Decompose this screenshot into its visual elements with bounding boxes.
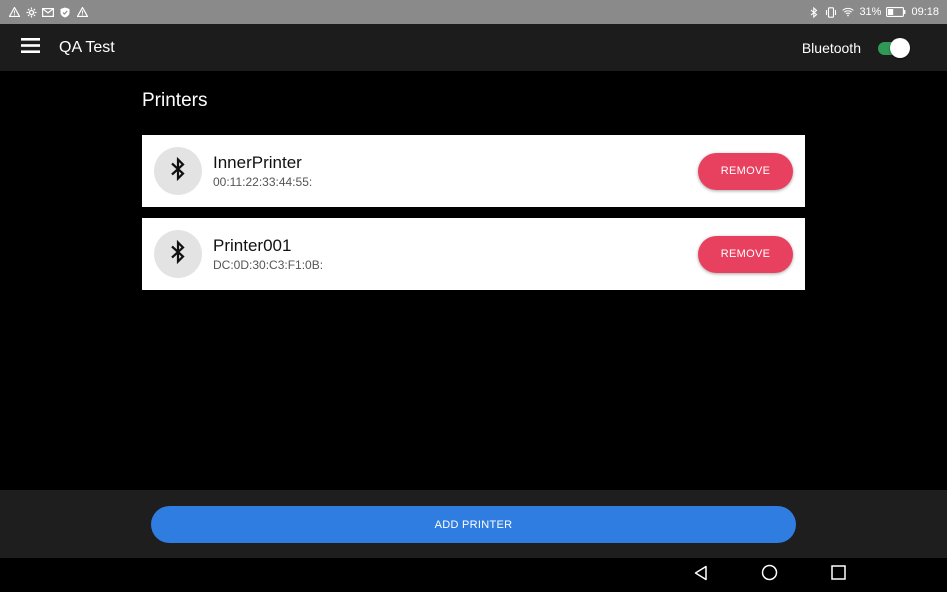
menu-button[interactable] [11, 29, 49, 67]
mail-icon [42, 6, 54, 18]
battery-icon [886, 6, 906, 18]
toggle-thumb [890, 37, 910, 58]
screen: 31% 09:18 QA Test Bluetooth Printers Inn… [0, 0, 947, 592]
printer-name: InnerPrinter [213, 153, 302, 172]
nav-home-button[interactable] [757, 563, 781, 587]
status-bar: 31% 09:18 [0, 0, 947, 24]
printer-mac-address: DC:0D:30:C3:F1:0B: [213, 258, 324, 272]
printer-mac-address: 00:11:22:33:44:55: [213, 175, 313, 189]
warning-icon [8, 6, 20, 18]
back-triangle-icon [693, 565, 709, 586]
bottom-action-bar: ADD PRINTER [0, 490, 947, 558]
printer-name: Printer001 [213, 236, 292, 255]
warning-icon [76, 6, 88, 18]
remove-printer-button[interactable]: REMOVE [698, 235, 793, 273]
shield-icon [59, 6, 71, 18]
wifi-icon [842, 6, 855, 18]
status-notifications [8, 6, 88, 18]
settings-icon [25, 6, 37, 18]
printer-card: Printer001 DC:0D:30:C3:F1:0B: REMOVE [142, 218, 805, 290]
recents-square-icon [830, 565, 846, 585]
bluetooth-label: Bluetooth [801, 39, 861, 56]
status-time: 09:18 [911, 6, 939, 18]
bluetooth-toggle[interactable] [877, 37, 910, 58]
vibrate-icon [825, 6, 837, 18]
printer-avatar [154, 147, 202, 195]
printer-info: Printer001 DC:0D:30:C3:F1:0B: [213, 236, 323, 272]
bluetooth-icon [808, 6, 820, 18]
nav-recents-button[interactable] [826, 563, 850, 587]
status-system: 31% 09:18 [808, 6, 939, 18]
app-bar: QA Test Bluetooth [0, 24, 947, 71]
bluetooth-control: Bluetooth [801, 37, 910, 58]
printer-info: InnerPrinter 00:11:22:33:44:55: [213, 153, 312, 189]
bluetooth-icon [170, 239, 186, 269]
remove-printer-button[interactable]: REMOVE [698, 152, 793, 190]
app-title: QA Test [59, 38, 115, 56]
bluetooth-icon [170, 156, 186, 186]
battery-percent: 31% [859, 6, 882, 18]
add-printer-button[interactable]: ADD PRINTER [151, 506, 796, 543]
nav-back-button[interactable] [689, 563, 713, 587]
printer-avatar [154, 230, 202, 278]
home-circle-icon [761, 564, 778, 586]
hamburger-menu-icon [20, 37, 40, 58]
printer-card: InnerPrinter 00:11:22:33:44:55: REMOVE [142, 135, 805, 207]
page-title: Printers [142, 90, 208, 111]
system-navigation-bar [0, 558, 947, 592]
